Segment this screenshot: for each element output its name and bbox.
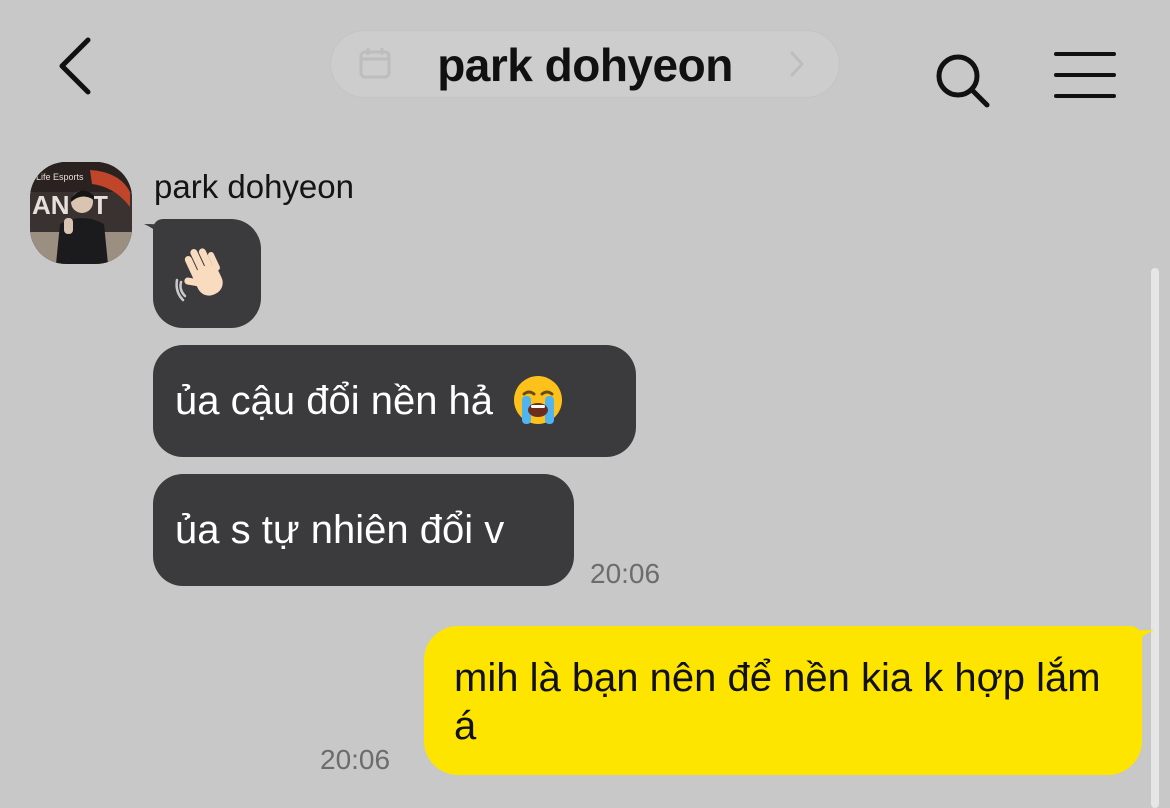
sender-name: park dohyeon	[154, 168, 354, 205]
message-timestamp: 20:06	[320, 744, 391, 775]
message-bubble[interactable]: ủa cậu đổi nền hả	[153, 345, 636, 457]
message-text: ủa cậu đổi nền hả	[175, 379, 494, 423]
svg-text:AN: AN	[32, 190, 70, 220]
message-text: ủa s tự nhiên đổi v	[175, 508, 505, 552]
svg-text:Life Esports: Life Esports	[36, 172, 84, 182]
search-icon	[936, 54, 990, 108]
profile-photo: Life Esports AN T	[30, 162, 132, 264]
search-button[interactable]	[932, 50, 992, 110]
menu-button[interactable]	[1054, 52, 1118, 102]
message-timestamp: 20:06	[590, 558, 661, 589]
chat-header: park dohyeon	[0, 0, 1170, 140]
message-bubble[interactable]	[153, 219, 261, 328]
svg-text:T: T	[92, 190, 108, 220]
avatar[interactable]: Life Esports AN T	[30, 162, 132, 264]
my-message-bubble[interactable]: mih là bạn nên để nền kia k hợp lắm á	[424, 626, 1142, 775]
scrollbar[interactable]	[1151, 268, 1159, 808]
hamburger-menu-icon	[1054, 52, 1116, 56]
loudly-crying-face-emoji	[514, 376, 563, 425]
message-text: mih là bạn nên để nền kia k hợp lắm á	[454, 656, 1101, 748]
waving-hand-emoji	[175, 248, 223, 302]
chat-title: park dohyeon	[437, 39, 733, 91]
message-bubble[interactable]: ủa s tự nhiên đổi v	[153, 474, 574, 586]
